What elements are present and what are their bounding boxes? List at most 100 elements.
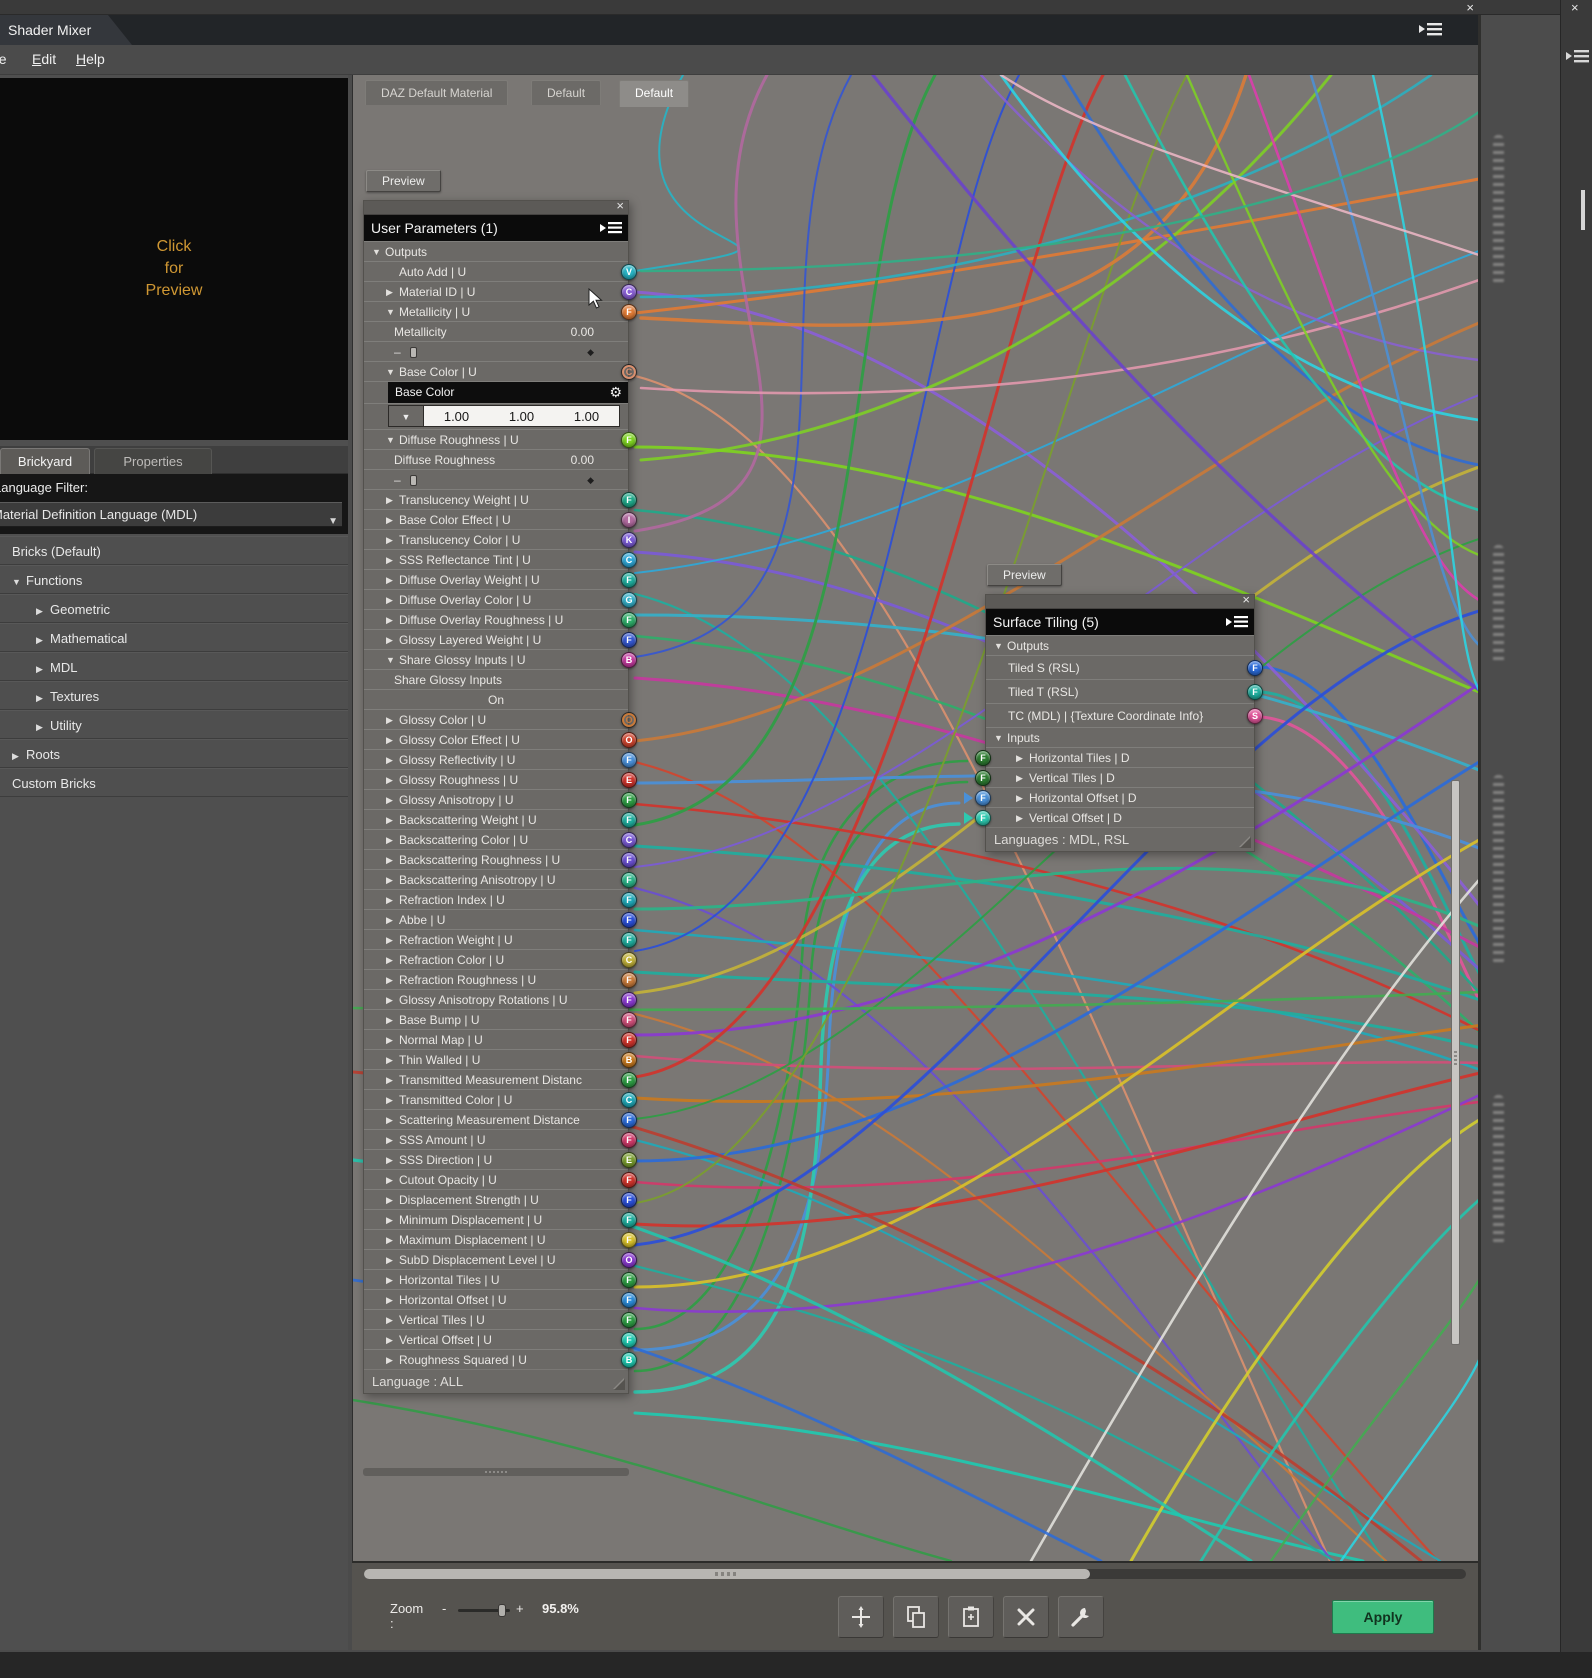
menu-help[interactable]: Help: [76, 51, 105, 67]
connector-port[interactable]: F: [621, 1132, 637, 1148]
parameter-row[interactable]: ▶ Cutout Opacity | UF: [364, 1169, 637, 1189]
preview-button[interactable]: Preview: [366, 170, 441, 192]
connector-port[interactable]: F: [621, 752, 637, 768]
connector-port[interactable]: F: [621, 812, 637, 828]
input-row[interactable]: ▶ Vertical Tiles | DF: [975, 767, 1254, 787]
connector-port[interactable]: B: [621, 1352, 637, 1368]
connector-port[interactable]: S: [1247, 708, 1263, 724]
parameter-row[interactable]: ▶ SSS Reflectance Tint | UC: [364, 549, 637, 569]
node-title[interactable]: User Parameters (1): [364, 215, 628, 241]
connector-port[interactable]: F: [975, 750, 991, 766]
parameter-row[interactable]: ▶ Translucency Weight | UF: [364, 489, 637, 509]
node-close-icon[interactable]: ×: [616, 198, 624, 213]
parameter-row[interactable]: ▶ Translucency Color | UK: [364, 529, 637, 549]
node-horizontal-scrollbar[interactable]: [363, 1468, 629, 1476]
tree-item-textures[interactable]: ▶ Textures: [0, 681, 348, 710]
menu-edit[interactable]: Edit: [32, 51, 56, 67]
connector-port[interactable]: F: [621, 872, 637, 888]
connector-port[interactable]: F: [621, 1212, 637, 1228]
parameter-row[interactable]: ▶ Refraction Weight | UF: [364, 929, 637, 949]
parameter-row[interactable]: ▶ SSS Direction | UE: [364, 1149, 637, 1169]
pane-options-menu-icon[interactable]: [1418, 19, 1444, 39]
connector-port[interactable]: F: [975, 790, 991, 806]
parameter-row[interactable]: ▼ Diffuse Roughness | UF: [364, 429, 637, 449]
color-group-header[interactable]: Base Color ⚙: [364, 381, 628, 403]
connector-port[interactable]: C: [621, 1092, 637, 1108]
parameter-row[interactable]: ▶ Glossy Roughness | UE: [364, 769, 637, 789]
parameter-row[interactable]: ▶ Diffuse Overlay Color | UG: [364, 589, 637, 609]
parameter-row[interactable]: ▶ Minimum Displacement | UF: [364, 1209, 637, 1229]
parameter-row[interactable]: ▶ Glossy Anisotropy | UF: [364, 789, 637, 809]
connector-port[interactable]: F: [621, 1232, 637, 1248]
parameter-value-row[interactable]: Share Glossy Inputs: [364, 669, 628, 689]
apply-button[interactable]: Apply: [1332, 1600, 1434, 1634]
connector-port[interactable]: F: [621, 1012, 637, 1028]
parameter-row[interactable]: ▶ Backscattering Roughness | UF: [364, 849, 637, 869]
zoom-out-button[interactable]: -: [442, 1601, 446, 1616]
parameter-row[interactable]: ▶ Glossy Layered Weight | UF: [364, 629, 637, 649]
node-canvas[interactable]: DAZ Default Material Default Default Previ…: [352, 75, 1478, 1561]
add-node-button[interactable]: [838, 1596, 884, 1638]
delete-button[interactable]: [1003, 1596, 1049, 1638]
section-header[interactable]: ▼ Outputs: [986, 635, 1254, 655]
parameter-row[interactable]: ▶ Scattering Measurement Distance F: [364, 1109, 637, 1129]
section-header[interactable]: ▼ Inputs: [986, 727, 1254, 747]
parameter-row[interactable]: ▼ Base Color | UC: [364, 361, 637, 381]
zoom-slider-knob[interactable]: [498, 1604, 506, 1617]
tab-properties[interactable]: Properties: [94, 448, 212, 474]
connector-port[interactable]: F: [621, 492, 637, 508]
parameter-row[interactable]: ▶ Diffuse Overlay Weight | UF: [364, 569, 637, 589]
zoom-slider[interactable]: [458, 1604, 510, 1617]
connector-port[interactable]: F: [621, 852, 637, 868]
section-header[interactable]: ▼ Outputs: [364, 241, 628, 261]
parameter-row[interactable]: ▶ Backscattering Anisotropy | UF: [364, 869, 637, 889]
connector-port[interactable]: F: [621, 632, 637, 648]
canvas-tab-1[interactable]: Default: [531, 80, 602, 105]
connector-port[interactable]: F: [975, 810, 991, 826]
tree-item-functions[interactable]: ▼ Functions: [0, 565, 348, 594]
parameter-row[interactable]: ▶ Horizontal Offset | UF: [364, 1289, 637, 1309]
connector-port[interactable]: F: [621, 1192, 637, 1208]
connector-port[interactable]: F: [621, 1032, 637, 1048]
tree-item-bricks-default-[interactable]: Bricks (Default): [0, 536, 348, 565]
color-dropdown[interactable]: ▼: [388, 405, 424, 427]
tree-item-geometric[interactable]: ▶ Geometric: [0, 594, 348, 623]
close-icon[interactable]: ×: [1571, 0, 1579, 15]
node-close-icon[interactable]: ×: [1242, 592, 1250, 607]
parameter-value-row[interactable]: Diffuse Roughness 0.00: [364, 449, 628, 469]
connector-port[interactable]: V: [621, 264, 637, 280]
value-slider[interactable]: – ◆: [394, 342, 602, 361]
connector-port[interactable]: K: [621, 532, 637, 548]
canvas-horizontal-scrollbar[interactable]: [364, 1569, 1466, 1579]
surface-tiling-node[interactable]: × Surface Tiling (5) ▼ Outputs Tiled S (RSL)…: [964, 592, 1263, 852]
connector-port[interactable]: C: [621, 832, 637, 848]
toggle-state-row[interactable]: On: [364, 689, 628, 709]
connector-port[interactable]: F: [621, 1072, 637, 1088]
connector-port[interactable]: F: [621, 572, 637, 588]
connector-port[interactable]: I: [621, 512, 637, 528]
connector-port[interactable]: G: [621, 592, 637, 608]
gear-icon[interactable]: ⚙: [609, 382, 622, 402]
output-row[interactable]: Tiled T (RSL) F: [986, 679, 1263, 703]
connector-port[interactable]: F: [621, 1172, 637, 1188]
connector-port[interactable]: F: [1247, 660, 1263, 676]
zoom-in-button[interactable]: +: [516, 1601, 524, 1616]
parameter-row[interactable]: ▶ Abbe | UF: [364, 909, 637, 929]
parameter-row[interactable]: ▶ Vertical Tiles | UF: [364, 1309, 637, 1329]
connector-port[interactable]: B: [621, 652, 637, 668]
tree-item-custom-bricks[interactable]: Custom Bricks: [0, 768, 348, 797]
user-parameters-node[interactable]: × User Parameters (1) ▼ Outputs Auto Add | U…: [363, 198, 637, 1394]
tree-item-roots[interactable]: ▶ Roots: [0, 739, 348, 768]
color-values-row[interactable]: ▼ 1.00 1.00 1.00: [364, 403, 628, 429]
canvas-tab-0[interactable]: DAZ Default Material: [365, 80, 509, 105]
shader-mixer-tab[interactable]: Shader Mixer: [0, 15, 132, 45]
paste-button[interactable]: [948, 1596, 994, 1638]
tree-item-mathematical[interactable]: ▶ Mathematical: [0, 623, 348, 652]
parameter-row[interactable]: ▶ Refraction Color | UC: [364, 949, 637, 969]
parameter-row[interactable]: ▶ Glossy Anisotropy Rotations | UF: [364, 989, 637, 1009]
parameter-row[interactable]: ▶ Thin Walled | UB: [364, 1049, 637, 1069]
parameter-row[interactable]: Auto Add | UV: [364, 261, 637, 281]
connector-port[interactable]: F: [621, 912, 637, 928]
connector-port[interactable]: C: [621, 952, 637, 968]
connector-port[interactable]: F: [621, 1312, 637, 1328]
